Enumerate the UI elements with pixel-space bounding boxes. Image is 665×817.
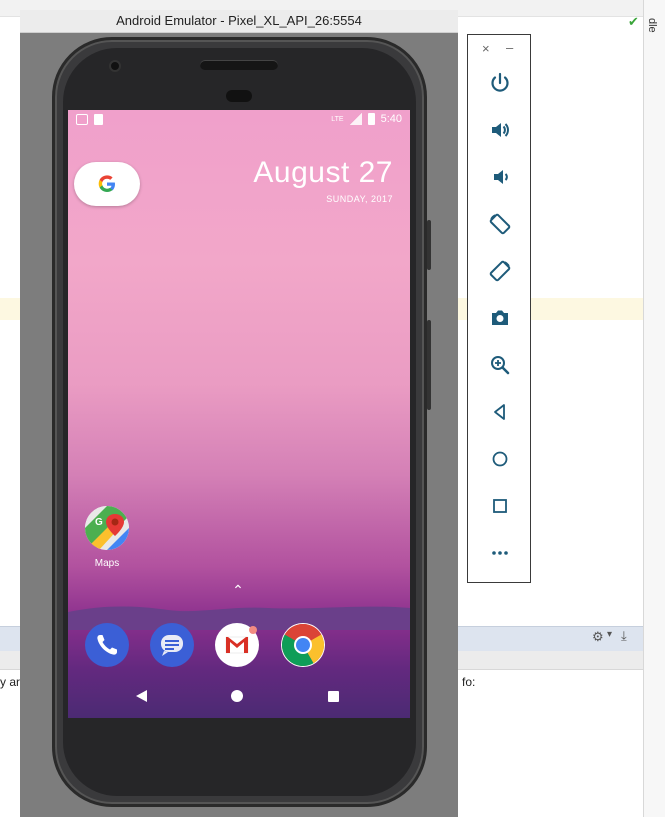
phone-side-button	[427, 220, 431, 270]
phone-volume-button	[427, 320, 431, 410]
more-dots-icon	[492, 551, 508, 555]
phone-handset-icon	[97, 635, 117, 655]
emulator-title: Android Emulator - Pixel_XL_API_26:5554	[20, 10, 458, 33]
download-icon[interactable]: ⤓	[621, 628, 627, 644]
zoom-button[interactable]	[480, 345, 520, 385]
maps-app-icon[interactable]: G	[85, 506, 129, 550]
phone-app-icon[interactable]	[85, 623, 129, 667]
volume-down-button[interactable]	[480, 157, 520, 197]
status-bar: LTE 5:40	[68, 110, 410, 130]
chrome-icon	[281, 623, 325, 667]
sd-card-icon	[94, 114, 103, 125]
proximity-sensor	[226, 90, 252, 102]
gear-icon[interactable]: ⚙	[592, 629, 604, 645]
volume-down-icon	[494, 170, 508, 184]
power-button[interactable]	[480, 63, 520, 103]
battery-icon	[367, 113, 375, 125]
close-icon[interactable]: ×	[482, 41, 490, 56]
emulator-toolbar: × –	[467, 34, 531, 583]
camera-icon	[492, 310, 508, 325]
rotate-right-button[interactable]	[480, 251, 520, 291]
rotate-left-icon	[489, 213, 511, 235]
ide-right-tool-strip	[643, 0, 665, 817]
chrome-app-icon[interactable]	[281, 623, 325, 667]
front-camera-icon	[109, 60, 121, 72]
gmail-envelope-icon	[225, 626, 257, 654]
network-type: LTE	[331, 115, 344, 123]
messages-app-icon[interactable]	[150, 623, 194, 667]
signal-icon	[349, 113, 362, 125]
volume-up-icon	[492, 123, 509, 137]
status-time: 5:40	[380, 113, 402, 125]
dropdown-arrow-icon[interactable]: ▾	[607, 629, 612, 640]
nav-overview-icon[interactable]	[328, 691, 339, 702]
svg-text:G: G	[95, 517, 103, 528]
home-button[interactable]	[480, 439, 520, 479]
more-button[interactable]	[480, 533, 520, 573]
back-triangle-icon	[494, 404, 505, 420]
rotate-left-button[interactable]	[480, 204, 520, 244]
nav-back-icon[interactable]	[136, 690, 147, 702]
volume-up-button[interactable]	[480, 110, 520, 150]
minimize-icon[interactable]: –	[506, 40, 513, 55]
overview-button[interactable]	[480, 486, 520, 526]
maps-app-label: Maps	[94, 558, 120, 569]
earpiece-speaker	[200, 60, 278, 70]
ide-console-text-left: y ar	[0, 675, 21, 689]
app-drawer-chevron-icon[interactable]: ⌃	[231, 583, 245, 597]
home-circle-icon	[492, 451, 508, 467]
maps-icon: G	[85, 506, 129, 550]
date-sub: SUNDAY, 2017	[326, 194, 393, 204]
phone-screen[interactable]: LTE 5:40 August 27 SUNDAY, 2017 G Maps ⌃	[68, 110, 410, 718]
ide-gradle-label[interactable]: dle	[646, 18, 658, 33]
gmail-notification-icon	[76, 114, 88, 125]
date-main[interactable]: August 27	[253, 156, 393, 190]
ide-console-text-right: fo:	[462, 675, 476, 689]
power-icon	[491, 72, 509, 92]
overview-square-icon	[493, 499, 507, 513]
gmail-app-icon[interactable]	[215, 623, 259, 667]
screenshot-button[interactable]	[480, 298, 520, 338]
check-icon: ✔	[628, 14, 639, 29]
navigation-bar	[68, 676, 410, 718]
back-button[interactable]	[480, 392, 520, 432]
google-search-button[interactable]	[74, 162, 140, 206]
rotate-right-icon	[489, 260, 511, 282]
nav-home-icon[interactable]	[231, 690, 243, 702]
zoom-in-icon	[491, 356, 510, 375]
google-g-icon	[98, 175, 115, 192]
favorites-dock	[68, 615, 410, 675]
message-bubble-icon	[161, 635, 183, 656]
